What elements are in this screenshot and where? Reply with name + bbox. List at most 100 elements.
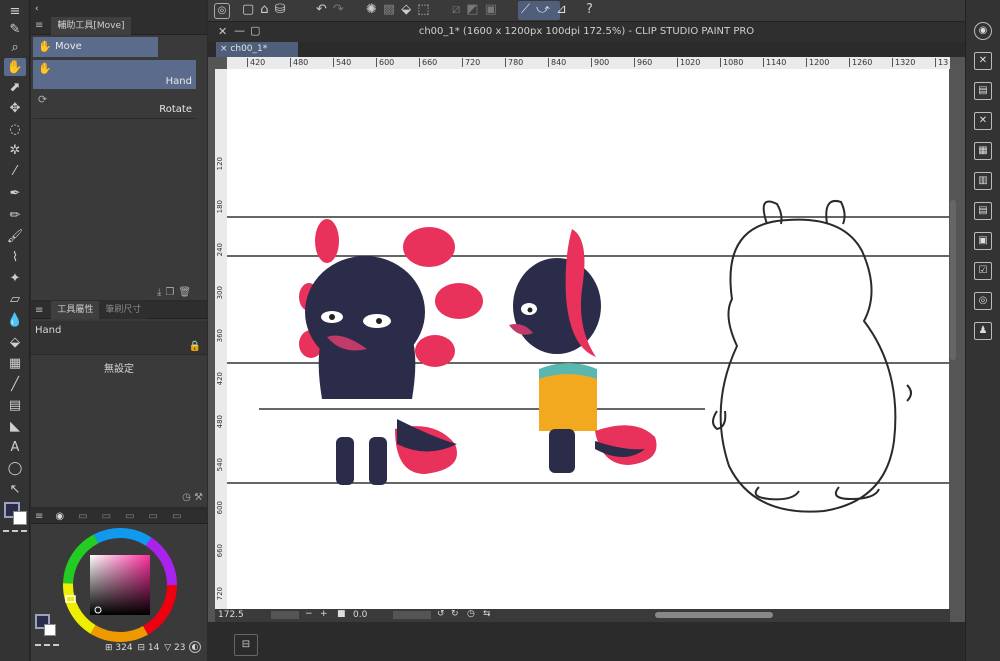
- zoom-icon[interactable]: ⌕: [4, 38, 26, 56]
- selection-border-icon[interactable]: ▣: [485, 2, 503, 17]
- fit-icon[interactable]: ■: [337, 609, 346, 619]
- close-panel-icon[interactable]: ✕: [974, 52, 992, 70]
- zoom-in-icon[interactable]: +: [320, 609, 328, 619]
- zoom-value[interactable]: 172.5: [218, 610, 244, 620]
- horizontal-scrollbar[interactable]: [655, 612, 773, 618]
- new-file-icon[interactable]: ▢: [242, 2, 260, 17]
- brush-size-icon[interactable]: ✎: [4, 20, 26, 38]
- magic-wand-icon[interactable]: ✲: [4, 141, 26, 159]
- eraser-icon[interactable]: ▱: [4, 290, 26, 308]
- text-tool-icon[interactable]: A: [4, 438, 26, 456]
- blend-icon[interactable]: 💧: [4, 311, 26, 329]
- tab-tool-property[interactable]: 工具屬性: [51, 301, 100, 319]
- vertical-scrollbar[interactable]: [950, 200, 956, 360]
- transparent-chip[interactable]: [35, 644, 59, 650]
- animation-icon[interactable]: ▣: [974, 232, 992, 250]
- subtool-item-rotate[interactable]: ⟳ Rotate: [33, 91, 196, 119]
- operation-icon[interactable]: ⬈: [4, 78, 26, 96]
- clear-icon[interactable]: ✺: [366, 2, 383, 17]
- color-mode-icon[interactable]: ◐: [189, 641, 201, 653]
- snap-grid-icon[interactable]: ⊿: [556, 2, 573, 17]
- zoom-out-icon[interactable]: −: [305, 609, 313, 619]
- sub-color-chip[interactable]: [44, 624, 56, 636]
- figure-icon[interactable]: ♟: [974, 322, 992, 340]
- subtool-label: Rotate: [159, 104, 192, 115]
- rotation-value[interactable]: 0.0: [353, 610, 367, 620]
- selection-off-icon[interactable]: ⧄: [452, 2, 466, 17]
- help-icon[interactable]: ?: [586, 2, 593, 17]
- pencil-icon[interactable]: ✏: [4, 206, 26, 224]
- undo-icon[interactable]: ↶: [316, 2, 333, 17]
- snap-special-ruler-icon[interactable]: ⤻: [536, 2, 556, 17]
- clip-studio-icon[interactable]: ◎: [214, 3, 230, 19]
- clear-outside-icon[interactable]: ▩: [383, 2, 401, 17]
- layer-list-icon[interactable]: ▥: [974, 172, 992, 190]
- collapse-icon[interactable]: ‹: [35, 4, 43, 14]
- color-wheel-tab-icon[interactable]: ◉: [55, 511, 64, 522]
- figure-icon[interactable]: ╱: [4, 375, 26, 393]
- color-set-tab-icon[interactable]: ▭: [102, 511, 111, 522]
- quick-access-icon[interactable]: ☑: [974, 262, 992, 280]
- material-icon[interactable]: ▦: [974, 142, 992, 160]
- selection-invert-icon[interactable]: ◩: [466, 2, 484, 17]
- rotate-right-icon[interactable]: ↻: [451, 609, 459, 619]
- menu-icon[interactable]: ≡: [4, 2, 26, 20]
- ruler-tick-label: 540: [216, 458, 224, 472]
- layer-property-icon[interactable]: ▤: [974, 82, 992, 100]
- navigator-icon[interactable]: ◉: [974, 22, 992, 40]
- fill-icon[interactable]: ⬙: [4, 333, 26, 351]
- duplicate-icon[interactable]: ❐: [165, 287, 178, 298]
- drawing-canvas[interactable]: [227, 69, 949, 609]
- hand-tool-icon[interactable]: ✋: [4, 58, 26, 76]
- selection-buttons: ✺▩⬙⬚: [366, 2, 436, 17]
- balloon-tail-icon[interactable]: ◣: [4, 417, 26, 435]
- layout-toggle-icon[interactable]: ⊟: [234, 634, 258, 656]
- reset-rotation-icon[interactable]: ◷: [467, 609, 475, 619]
- correct-line-icon[interactable]: ↖: [4, 480, 26, 498]
- save-icon[interactable]: ⛁: [275, 2, 292, 17]
- color-history-tab-icon[interactable]: ▭: [172, 511, 181, 522]
- trash-icon[interactable]: 🗑: [178, 287, 195, 298]
- transform-icon[interactable]: ⬚: [417, 2, 435, 17]
- delete-layer-icon[interactable]: ✕: [974, 112, 992, 130]
- gradient-icon[interactable]: ▦: [4, 354, 26, 372]
- snap-ruler-icon[interactable]: ⟋: [521, 2, 536, 17]
- color-wheel[interactable]: [61, 526, 179, 644]
- similar-color-tab-icon[interactable]: ▭: [148, 511, 157, 522]
- tab-brush-size[interactable]: 筆刷尺寸: [99, 301, 148, 319]
- rotation-slider[interactable]: [393, 611, 431, 619]
- menu-icon[interactable]: ≡: [35, 20, 43, 31]
- camera-icon[interactable]: ◎: [974, 292, 992, 310]
- subtool-item-hand[interactable]: ✋ Hand: [33, 60, 196, 89]
- menu-icon[interactable]: ≡: [35, 305, 43, 316]
- transparent-color-icon[interactable]: [3, 530, 27, 536]
- lock-icon[interactable]: 🔒: [189, 341, 201, 352]
- redo-icon[interactable]: ↷: [333, 2, 350, 17]
- color-slider-tab-icon[interactable]: ▭: [78, 511, 87, 522]
- subtool-item-move[interactable]: ✋ Move: [33, 37, 158, 57]
- decoration-icon[interactable]: ✦: [4, 269, 26, 287]
- lasso-icon[interactable]: ◌: [4, 120, 26, 138]
- flip-icon[interactable]: ⇆: [483, 609, 491, 619]
- rotate-left-icon[interactable]: ↺: [437, 609, 445, 619]
- airbrush-icon[interactable]: ⌇: [4, 248, 26, 266]
- open-file-icon[interactable]: ⌂: [260, 2, 274, 17]
- pen-icon[interactable]: ✒: [4, 184, 26, 202]
- document-tab[interactable]: × ch00_1*: [216, 42, 298, 57]
- layer-search-icon[interactable]: ▤: [974, 202, 992, 220]
- intermediate-color-tab-icon[interactable]: ▭: [125, 511, 134, 522]
- menu-icon[interactable]: ≡: [35, 511, 43, 522]
- eyedropper-icon[interactable]: ⁄: [4, 162, 26, 180]
- color-panel: ≡ ◉ ▭ ▭ ▭ ▭ ▭ ⊞ 324 ⊟ 14 ▽ 23 ◐: [31, 510, 207, 661]
- balloon-icon[interactable]: ◯: [4, 459, 26, 477]
- clock-icon[interactable]: ◷: [182, 492, 191, 503]
- subtool-header-tab[interactable]: 輔助工具[Move]: [51, 16, 131, 35]
- sub-color-swatch[interactable]: [13, 511, 27, 525]
- zoom-slider[interactable]: [271, 611, 299, 619]
- frame-icon[interactable]: ▤: [4, 396, 26, 414]
- brush-icon[interactable]: 🖌: [4, 227, 26, 245]
- move-layer-icon[interactable]: ✥: [4, 99, 26, 117]
- wrench-icon[interactable]: ⚒: [194, 492, 203, 503]
- tool-property-tabbar: ≡ 工具屬性 筆刷尺寸: [31, 301, 207, 319]
- fill-selection-icon[interactable]: ⬙: [401, 2, 417, 17]
